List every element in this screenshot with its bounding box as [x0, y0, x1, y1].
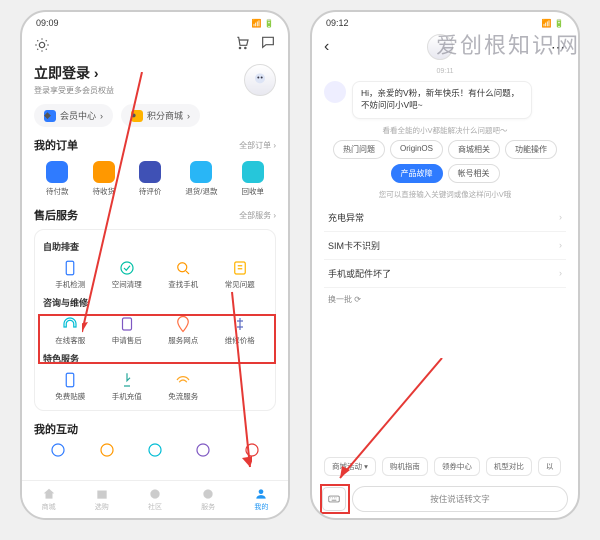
- status-bar: 09:09 📶 🔋: [22, 12, 288, 30]
- keyboard-button[interactable]: [322, 487, 346, 511]
- refresh-button[interactable]: 换一批 ⟳: [324, 294, 566, 305]
- watermark-text: 爱创根知识网: [436, 28, 580, 60]
- chevron-right-icon: ›: [559, 212, 562, 222]
- cat-originos[interactable]: OriginOS: [390, 140, 443, 159]
- bchip-more[interactable]: 以: [538, 457, 562, 476]
- bchip-coupon[interactable]: 领券中心: [434, 457, 480, 476]
- svc-find-phone[interactable]: 查找手机: [156, 257, 211, 292]
- greeting-bubble: Hi，亲爱的V粉，新年快乐！有什么问题，不妨问问小V吧~: [352, 81, 532, 119]
- svc-free-data[interactable]: 免流服务: [156, 369, 211, 404]
- phone-left: 09:09 📶 🔋 立即登录 › 登录享受更多会员权益 ◆会员中心 › ●积分商…: [20, 10, 290, 520]
- order-pending-receive[interactable]: 待收货: [92, 161, 115, 197]
- bot-bubble-avatar: [324, 81, 346, 103]
- order-pending-review[interactable]: 待评价: [139, 161, 162, 197]
- all-services-link[interactable]: 全部服务 ›: [239, 210, 276, 221]
- status-time: 09:12: [326, 18, 349, 28]
- nav-shop[interactable]: 选购: [95, 487, 109, 512]
- status-time: 09:09: [36, 18, 59, 28]
- interact-item[interactable]: [146, 441, 164, 459]
- avatar[interactable]: [244, 64, 276, 96]
- special-title: 特色服务: [43, 352, 267, 365]
- login-title[interactable]: 立即登录 ›: [34, 63, 114, 83]
- interact-item[interactable]: [243, 441, 261, 459]
- svc-free-film[interactable]: 免费贴膜: [43, 369, 98, 404]
- chevron-right-icon: ›: [559, 268, 562, 278]
- svc-cleanup[interactable]: 空间清理: [100, 257, 155, 292]
- phone-right: 09:12 📶 🔋 ‹ ⋯ 09:11 Hi，亲爱的V粉，新年快乐！有什么问题，…: [310, 10, 580, 520]
- order-pending-pay[interactable]: 待付款: [46, 161, 69, 197]
- nav-community[interactable]: 社区: [148, 487, 162, 512]
- hint-text-1: 看看全能的小V都能解决什么问题吧～: [324, 125, 566, 136]
- nav-mall[interactable]: 商城: [42, 487, 56, 512]
- chat-timestamp: 09:11: [324, 68, 566, 75]
- all-orders-link[interactable]: 全部订单 ›: [239, 140, 276, 151]
- voice-input-button[interactable]: 按住说话转文字: [352, 486, 568, 512]
- message-icon[interactable]: [260, 34, 276, 55]
- cat-hot[interactable]: 热门问题: [333, 140, 385, 159]
- bchip-guide[interactable]: 购机指南: [382, 457, 428, 476]
- points-mall-pill[interactable]: ●积分商城 ›: [121, 104, 200, 127]
- cat-account[interactable]: 帐号相关: [448, 164, 500, 183]
- svc-service-points[interactable]: 服务网点: [156, 313, 211, 348]
- orders-title: 我的订单: [34, 137, 78, 153]
- nav-mine[interactable]: 我的: [254, 487, 268, 512]
- cat-product-fault[interactable]: 产品故障: [391, 164, 443, 183]
- login-subtitle: 登录享受更多会员权益: [34, 85, 114, 96]
- svc-phone-check[interactable]: 手机检测: [43, 257, 98, 292]
- question-item[interactable]: SIM卡不识别›: [324, 232, 566, 260]
- keyboard-icon: [327, 492, 341, 506]
- order-refund[interactable]: 退货/退款: [185, 161, 217, 197]
- svc-repair-price[interactable]: 维修价格: [213, 313, 268, 348]
- status-icons: 📶 🔋: [252, 19, 274, 28]
- hint-text-2: 您可以直接输入关键词或像这样问小V哦: [324, 189, 566, 200]
- gear-icon[interactable]: [34, 37, 50, 53]
- bchip-compare[interactable]: 机型对比: [486, 457, 532, 476]
- cat-function[interactable]: 功能操作: [505, 140, 557, 159]
- question-item[interactable]: 充电异常›: [324, 204, 566, 232]
- consult-title: 咨询与维修: [43, 296, 267, 309]
- refresh-icon: ⟳: [354, 295, 361, 304]
- cat-mall[interactable]: 商城相关: [448, 140, 500, 159]
- interact-item[interactable]: [98, 441, 116, 459]
- question-item[interactable]: 手机或配件坏了›: [324, 260, 566, 288]
- back-icon[interactable]: ‹: [324, 38, 329, 56]
- interact-item[interactable]: [49, 441, 67, 459]
- interact-title: 我的互动: [34, 421, 78, 437]
- chevron-right-icon: ›: [559, 240, 562, 250]
- nav-service[interactable]: 服务: [201, 487, 215, 512]
- status-icons: 📶 🔋: [542, 19, 564, 28]
- order-recycle[interactable]: 回收单: [241, 161, 264, 197]
- member-center-pill[interactable]: ◆会员中心 ›: [34, 104, 113, 127]
- interact-item[interactable]: [194, 441, 212, 459]
- svc-apply-aftersale[interactable]: 申请售后: [100, 313, 155, 348]
- svc-recharge[interactable]: 手机充值: [100, 369, 155, 404]
- bottom-chip-row: 商城活动 ▾ 购机指南 领券中心 机型对比 以: [324, 453, 566, 480]
- svc-faq[interactable]: 常见问题: [213, 257, 268, 292]
- bottom-nav: 商城 选购 社区 服务 我的: [22, 480, 288, 518]
- self-check-title: 自助排查: [43, 240, 267, 253]
- cart-icon[interactable]: [234, 34, 250, 55]
- bchip-activity[interactable]: 商城活动 ▾: [324, 457, 376, 476]
- svc-online-service[interactable]: 在线客服: [43, 313, 98, 348]
- aftersale-title: 售后服务: [34, 207, 78, 223]
